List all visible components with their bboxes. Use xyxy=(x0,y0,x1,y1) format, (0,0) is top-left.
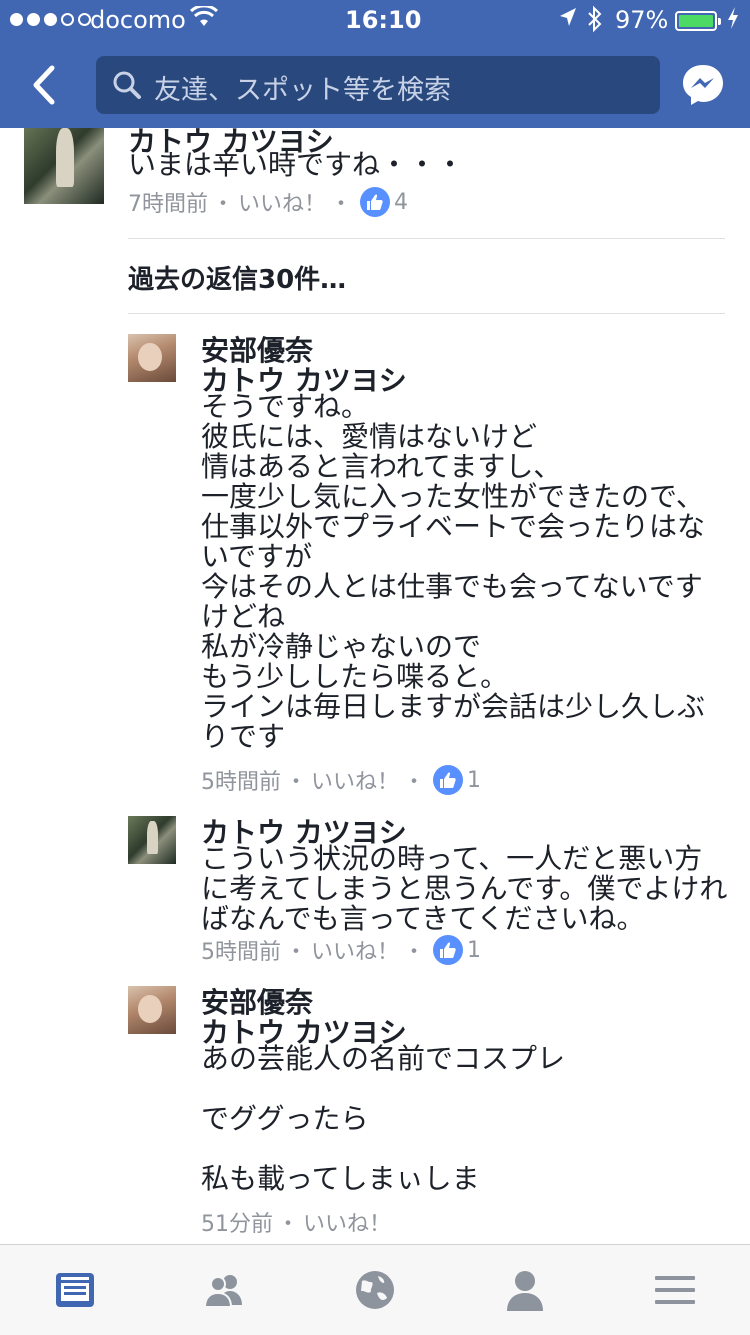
reply-body: そうですね。 彼氏には、愛情はないけど 情はあると言われてますし、 一度少し気に… xyxy=(201,390,706,753)
avatar[interactable] xyxy=(128,986,176,1034)
signal-dot xyxy=(10,13,23,26)
menu-icon xyxy=(655,1276,695,1304)
like-link[interactable]: いいね！ xyxy=(311,764,399,796)
like-link[interactable]: いいね！ xyxy=(311,934,399,966)
back-button[interactable] xyxy=(26,60,66,110)
comment-meta: 7時間前 ・ いいね！ ・ 4 xyxy=(128,186,408,218)
wifi-icon xyxy=(189,4,219,34)
reply-meta: 5時間前 ・ いいね！ ・ 1 xyxy=(201,934,481,966)
signal-dot xyxy=(44,13,57,26)
reply-time: 51分前 xyxy=(201,1212,273,1237)
avatar[interactable] xyxy=(128,334,176,382)
separator: ・ xyxy=(285,770,308,795)
like-count: 1 xyxy=(467,937,482,963)
divider xyxy=(128,238,725,239)
bluetooth-icon xyxy=(586,5,604,39)
reply-time: 5時間前 xyxy=(201,770,281,795)
status-time: 16:10 xyxy=(345,6,422,34)
tab-friends[interactable] xyxy=(201,1267,247,1313)
globe-icon xyxy=(356,1271,394,1309)
like-count: 4 xyxy=(394,189,409,215)
like-link[interactable]: いいね！ xyxy=(238,186,326,218)
separator: ・ xyxy=(285,940,308,965)
comment-thread: カトウ カツヨシ いまは辛い時ですね・・・ 7時間前 ・ いいね！ ・ 4 過去… xyxy=(0,128,750,1244)
previous-replies-link[interactable]: 過去の返信30件… xyxy=(128,259,346,296)
search-input[interactable]: 友達、スポット等を検索 xyxy=(96,56,660,114)
location-arrow-icon xyxy=(558,6,578,34)
search-placeholder: 友達、スポット等を検索 xyxy=(154,75,451,106)
tab-news-feed[interactable] xyxy=(52,1267,98,1313)
signal-strength xyxy=(10,13,91,26)
top-bar: docomo 16:10 97% 友達、スポット等を検索 xyxy=(0,0,750,128)
profile-icon xyxy=(507,1271,543,1311)
tab-notifications[interactable] xyxy=(352,1267,398,1313)
separator: ・ xyxy=(277,1212,300,1237)
separator: ・ xyxy=(403,770,426,795)
reply-body: あの芸能人の名前でコスプレ でググったら 私も載ってしまぃしま xyxy=(201,1042,566,1195)
like-thumb-icon xyxy=(433,765,464,795)
divider xyxy=(128,313,725,314)
like-thumb-icon xyxy=(433,935,464,965)
signal-dot xyxy=(27,13,40,26)
avatar[interactable] xyxy=(128,816,176,864)
separator: ・ xyxy=(330,192,353,217)
search-icon xyxy=(112,70,142,100)
avatar[interactable] xyxy=(24,128,104,204)
like-count: 1 xyxy=(467,767,482,793)
tab-menu[interactable] xyxy=(652,1267,698,1313)
charging-bolt-icon xyxy=(726,6,740,36)
reply-body: こういう状況の時って、一人だと悪い方 に考えてしまうと思うんです。僕でよけれ ば… xyxy=(201,842,728,935)
reply-time: 5時間前 xyxy=(201,940,281,965)
tab-bar xyxy=(0,1244,750,1335)
separator: ・ xyxy=(212,192,235,217)
like-thumb-icon xyxy=(360,187,391,217)
friends-icon xyxy=(203,1275,242,1308)
reply-meta: 51分前 ・ いいね！ xyxy=(201,1206,391,1238)
separator: ・ xyxy=(403,940,426,965)
reply-meta: 5時間前 ・ いいね！ ・ 1 xyxy=(201,764,481,796)
like-link[interactable]: いいね！ xyxy=(303,1206,391,1238)
comment-time: 7時間前 xyxy=(128,192,208,217)
news-feed-icon xyxy=(56,1273,94,1307)
signal-dot xyxy=(61,13,74,26)
status-bar: docomo 16:10 97% xyxy=(0,0,750,40)
comment-body: いまは辛い時ですね・・・ xyxy=(128,148,465,181)
battery-percent: 97% xyxy=(615,6,669,34)
tab-profile[interactable] xyxy=(502,1267,548,1313)
messenger-icon[interactable] xyxy=(680,62,726,108)
battery-icon xyxy=(675,11,721,31)
carrier-name: docomo xyxy=(90,6,186,34)
